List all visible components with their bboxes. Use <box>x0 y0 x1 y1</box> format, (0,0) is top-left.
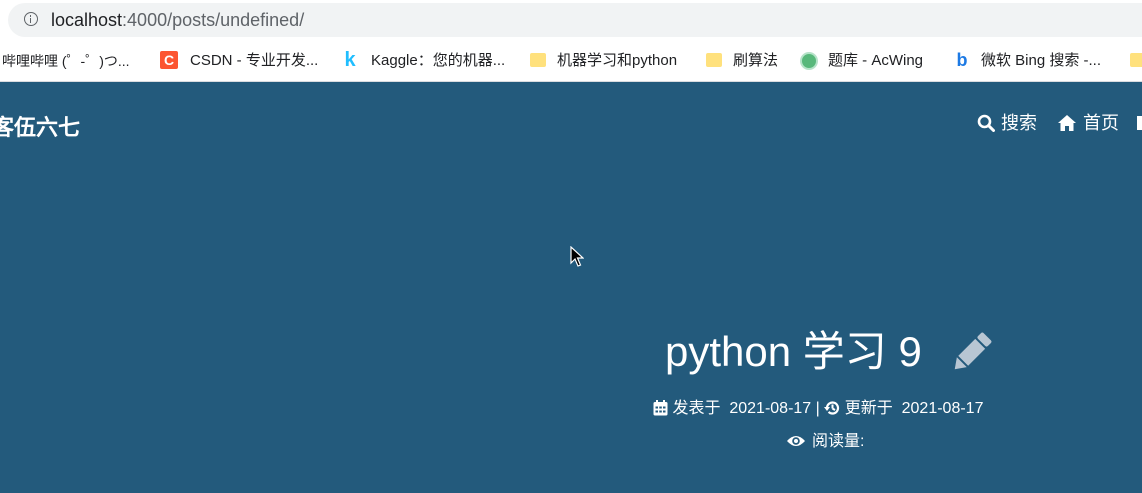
bing-icon: b <box>956 50 968 70</box>
site-title[interactable]: 客伍六七 <box>0 110 80 142</box>
history-icon <box>824 401 840 415</box>
address-bar: localhost:4000/posts/undefined/ <box>0 0 1142 40</box>
address-input[interactable]: localhost:4000/posts/undefined/ <box>8 3 1142 37</box>
folder-icon <box>706 53 722 67</box>
views-label: 阅读量: <box>812 433 865 450</box>
acwing-icon <box>800 52 818 70</box>
search-icon <box>977 114 995 132</box>
kaggle-icon: k <box>344 49 356 71</box>
bookmark-ml-python[interactable]: 机器学习和python <box>557 50 677 72</box>
bookmark-csdn[interactable]: CSDN - 专业开发... <box>190 50 318 72</box>
published-date: 2021-08-17 <box>729 400 812 417</box>
nav-archive[interactable] <box>1137 112 1142 134</box>
url-text[interactable]: localhost:4000/posts/undefined/ <box>51 9 304 31</box>
post-meta: 发表于 2021-08-17 | 更新于 2021-08-17 <box>653 398 983 420</box>
post-views: 阅读量: <box>786 431 864 453</box>
folder-icon <box>530 53 546 67</box>
cursor-icon <box>570 246 584 267</box>
bookmark-acwing[interactable]: 题库 - AcWing <box>828 50 923 72</box>
bookmark-bing[interactable]: 微软 Bing 搜索 -... <box>981 50 1101 72</box>
updated-label: 更新于 <box>844 400 893 417</box>
folder-icon[interactable] <box>1130 53 1142 67</box>
post-header: 客伍六七 搜索 首页 python 学习 9 发表于 2021-08-17 | … <box>0 82 1142 493</box>
nav-search[interactable]: 搜索 <box>977 112 1037 134</box>
nav-home[interactable]: 首页 <box>1057 112 1119 134</box>
bookmarks-bar: 哔哩哔哩 (゜-゜)つ... C CSDN - 专业开发... k Kaggle… <box>0 40 1142 82</box>
url-path: :4000/posts/undefined/ <box>122 10 305 30</box>
home-icon <box>1058 115 1076 131</box>
archive-icon <box>1137 116 1142 130</box>
meta-separator: | <box>815 400 820 417</box>
post-title: python 学习 9 <box>665 328 922 375</box>
csdn-icon: C <box>160 51 178 69</box>
eye-icon <box>787 436 805 446</box>
published-label: 发表于 <box>672 400 721 417</box>
updated-date: 2021-08-17 <box>901 400 984 417</box>
pencil-icon <box>954 332 992 370</box>
bookmark-algorithms[interactable]: 刷算法 <box>733 50 778 72</box>
calendar-icon <box>653 400 668 416</box>
nav-home-label: 首页 <box>1083 113 1119 133</box>
bookmark-bilibili[interactable]: 哔哩哔哩 (゜-゜)つ... <box>2 50 130 72</box>
bookmark-kaggle[interactable]: Kaggle：您的机器... <box>371 50 505 72</box>
url-host: localhost <box>51 10 123 30</box>
info-icon[interactable] <box>24 12 38 26</box>
nav-search-label: 搜索 <box>1001 113 1037 133</box>
